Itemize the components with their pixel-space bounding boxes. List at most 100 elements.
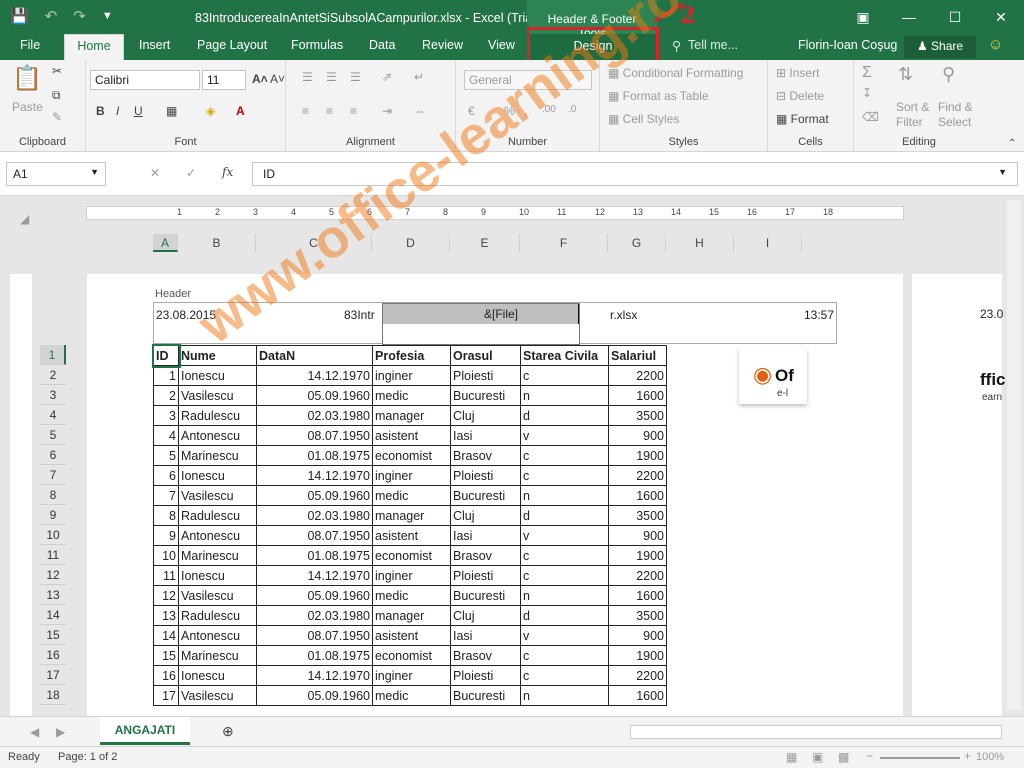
next-sheet-icon[interactable]: ▶ bbox=[56, 725, 65, 739]
table-cell[interactable]: Vasilescu bbox=[178, 685, 257, 706]
prev-sheet-icon[interactable]: ◀ bbox=[30, 725, 39, 739]
table-cell[interactable]: economist bbox=[372, 445, 451, 466]
tab-view[interactable]: View bbox=[488, 38, 515, 52]
font-color-icon[interactable]: A bbox=[236, 104, 245, 118]
smiley-icon[interactable]: ☺ bbox=[988, 36, 1003, 53]
table-cell[interactable]: Ionescu bbox=[178, 565, 257, 586]
table-cell[interactable]: medic bbox=[372, 485, 451, 506]
table-cell[interactable]: n bbox=[520, 585, 609, 606]
tell-me-box[interactable]: Tell me... bbox=[688, 38, 738, 52]
merge-center-icon[interactable]: ⇔ bbox=[414, 104, 426, 118]
fill-icon[interactable]: ↧ bbox=[862, 86, 872, 100]
paste-icon[interactable]: 📋 bbox=[12, 64, 42, 93]
top-align-icon[interactable]: ☰ bbox=[302, 70, 313, 84]
table-cell[interactable]: Ploiesti bbox=[450, 565, 521, 586]
tab-formulas[interactable]: Formulas bbox=[291, 38, 343, 52]
table-cell[interactable]: 02.03.1980 bbox=[256, 405, 373, 426]
column-header-h[interactable]: H bbox=[666, 234, 734, 252]
borders-icon[interactable]: ▦ bbox=[166, 104, 177, 118]
cut-icon[interactable]: ✂ bbox=[52, 64, 62, 78]
table-cell[interactable]: manager bbox=[372, 605, 451, 626]
paste-button[interactable]: Paste bbox=[12, 100, 43, 114]
table-cell[interactable]: 05.09.1960 bbox=[256, 485, 373, 506]
row-header[interactable]: 15 bbox=[40, 625, 66, 645]
name-box[interactable]: A1 ▼ bbox=[6, 162, 106, 186]
undo-icon[interactable]: ↶ bbox=[45, 7, 58, 25]
close-icon[interactable]: ✕ bbox=[978, 0, 1024, 34]
table-cell[interactable]: manager bbox=[372, 505, 451, 526]
middle-align-icon[interactable]: ☰ bbox=[326, 70, 337, 84]
cancel-entry-icon[interactable]: ✕ bbox=[150, 166, 160, 180]
table-cell[interactable]: d bbox=[520, 505, 609, 526]
tab-data[interactable]: Data bbox=[369, 38, 395, 52]
table-cell[interactable]: 1 bbox=[153, 365, 179, 386]
table-cell[interactable]: c bbox=[520, 465, 609, 486]
bold-icon[interactable]: B bbox=[96, 104, 105, 118]
row-header[interactable]: 18 bbox=[40, 685, 66, 705]
table-cell[interactable]: economist bbox=[372, 545, 451, 566]
delete-cells-button[interactable]: ⊟ Delete bbox=[776, 89, 824, 103]
table-cell[interactable]: d bbox=[520, 405, 609, 426]
table-cell[interactable]: 2200 bbox=[608, 665, 667, 686]
table-cell[interactable]: Antonescu bbox=[178, 425, 257, 446]
table-cell[interactable]: 5 bbox=[153, 445, 179, 466]
table-cell[interactable]: Radulescu bbox=[178, 605, 257, 626]
table-cell[interactable]: Ploiesti bbox=[450, 665, 521, 686]
table-cell[interactable]: c bbox=[520, 445, 609, 466]
table-cell[interactable]: 2200 bbox=[608, 565, 667, 586]
table-cell[interactable]: Iasi bbox=[450, 425, 521, 446]
table-cell[interactable]: Bucuresti bbox=[450, 485, 521, 506]
table-cell[interactable]: Radulescu bbox=[178, 505, 257, 526]
table-cell[interactable]: medic bbox=[372, 585, 451, 606]
table-cell[interactable]: medic bbox=[372, 685, 451, 706]
table-cell[interactable]: 12 bbox=[153, 585, 179, 606]
table-cell[interactable]: v bbox=[520, 425, 609, 446]
horizontal-scrollbar[interactable] bbox=[630, 725, 1002, 739]
table-cell[interactable]: Radulescu bbox=[178, 405, 257, 426]
insert-function-icon[interactable]: fx bbox=[222, 165, 233, 179]
table-cell[interactable]: 01.08.1975 bbox=[256, 445, 373, 466]
table-cell[interactable]: 17 bbox=[153, 685, 179, 706]
format-painter-icon[interactable]: ✎ bbox=[52, 110, 62, 124]
row-header[interactable]: 3 bbox=[40, 385, 66, 405]
table-cell[interactable]: c bbox=[520, 665, 609, 686]
table-cell[interactable]: 14.12.1970 bbox=[256, 465, 373, 486]
table-cell[interactable]: Ionescu bbox=[178, 665, 257, 686]
table-cell[interactable]: 2200 bbox=[608, 465, 667, 486]
column-header-cell[interactable]: Salariul bbox=[608, 345, 667, 366]
table-cell[interactable]: medic bbox=[372, 385, 451, 406]
wrap-text-icon[interactable]: ↵ bbox=[414, 70, 424, 84]
decrease-decimal-icon[interactable]: .0 bbox=[568, 104, 576, 115]
header-center-section[interactable]: &[File] bbox=[382, 303, 580, 345]
table-cell[interactable]: Ploiesti bbox=[450, 465, 521, 486]
tab-home[interactable]: Home bbox=[64, 34, 124, 60]
table-cell[interactable]: manager bbox=[372, 405, 451, 426]
table-cell[interactable]: 15 bbox=[153, 645, 179, 666]
table-cell[interactable]: 01.08.1975 bbox=[256, 545, 373, 566]
table-cell[interactable]: 3500 bbox=[608, 405, 667, 426]
format-as-table-button[interactable]: ▦ Format as Table bbox=[608, 89, 709, 103]
table-cell[interactable]: Bucuresti bbox=[450, 385, 521, 406]
align-center-icon[interactable]: ≡ bbox=[326, 104, 333, 118]
table-cell[interactable]: economist bbox=[372, 645, 451, 666]
table-cell[interactable]: asistent bbox=[372, 425, 451, 446]
table-cell[interactable]: 1900 bbox=[608, 645, 667, 666]
row-header[interactable]: 11 bbox=[40, 545, 66, 565]
table-cell[interactable]: inginer bbox=[372, 365, 451, 386]
conditional-formatting-button[interactable]: ▦ Conditional Formatting bbox=[608, 66, 743, 80]
ribbon-display-icon[interactable]: ▣ bbox=[840, 0, 886, 34]
table-cell[interactable]: 3 bbox=[153, 405, 179, 426]
table-cell[interactable]: 14.12.1970 bbox=[256, 665, 373, 686]
vertical-scrollbar[interactable] bbox=[1007, 200, 1021, 710]
autosum-icon[interactable]: Σ bbox=[862, 64, 872, 82]
table-cell[interactable]: inginer bbox=[372, 665, 451, 686]
minimize-icon[interactable]: — bbox=[886, 0, 932, 34]
table-cell[interactable]: 1600 bbox=[608, 685, 667, 706]
zoom-in-icon[interactable]: + bbox=[964, 749, 971, 763]
column-header-cell[interactable]: Orasul bbox=[450, 345, 521, 366]
name-box-dropdown-icon[interactable]: ▼ bbox=[90, 167, 99, 177]
table-cell[interactable]: c bbox=[520, 365, 609, 386]
row-header[interactable]: 9 bbox=[40, 505, 66, 525]
table-cell[interactable]: asistent bbox=[372, 525, 451, 546]
share-button[interactable]: ♟ Share bbox=[904, 36, 976, 58]
